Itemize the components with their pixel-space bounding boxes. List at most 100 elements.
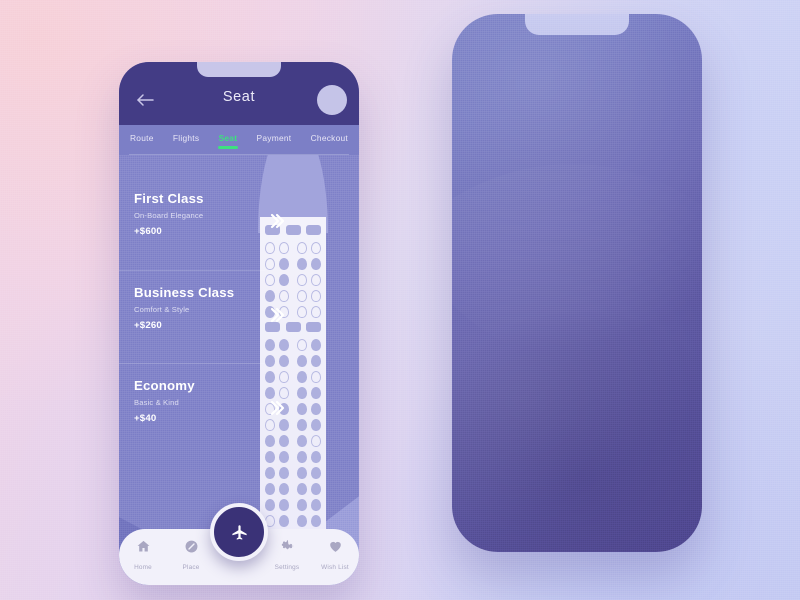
seat-taken[interactable]	[279, 467, 289, 479]
seat-taken[interactable]	[265, 451, 275, 463]
seat-taken[interactable]	[311, 467, 321, 479]
chevron-right-icon[interactable]	[267, 211, 287, 231]
seat-taken[interactable]	[297, 403, 307, 415]
tab-flights[interactable]: Flights	[172, 130, 200, 151]
seat-taken[interactable]	[265, 371, 275, 383]
seat-taken[interactable]	[311, 451, 321, 463]
seat-free[interactable]	[279, 290, 289, 302]
seat-taken[interactable]	[279, 515, 289, 527]
seat-free[interactable]	[297, 306, 307, 318]
seat-free[interactable]	[279, 242, 289, 254]
seat-taken[interactable]	[297, 451, 307, 463]
seat-row	[260, 483, 326, 495]
seat-taken[interactable]	[311, 258, 321, 270]
phone-notch	[525, 14, 629, 35]
seat-group-right	[297, 306, 321, 318]
seat-taken[interactable]	[311, 403, 321, 415]
seat-group-left	[265, 435, 289, 447]
seat-taken[interactable]	[311, 339, 321, 351]
seat-taken[interactable]	[297, 355, 307, 367]
seat-taken[interactable]	[297, 435, 307, 447]
seat-taken[interactable]	[279, 483, 289, 495]
seat-taken[interactable]	[279, 274, 289, 286]
seat-taken[interactable]	[265, 499, 275, 511]
seat-taken[interactable]	[311, 499, 321, 511]
nav-item-label: Home	[134, 564, 152, 571]
nav-item-place[interactable]: Place	[167, 539, 215, 571]
seat-row	[260, 339, 326, 351]
nav-item-settings[interactable]: Settings	[263, 539, 311, 571]
seat-taken[interactable]	[279, 339, 289, 351]
seat-taken[interactable]	[265, 435, 275, 447]
chevron-right-icon[interactable]	[267, 305, 287, 325]
nav-item-home[interactable]: Home	[119, 539, 167, 571]
seat-taken[interactable]	[311, 387, 321, 399]
seat-free[interactable]	[311, 435, 321, 447]
seat-taken[interactable]	[311, 355, 321, 367]
seat-free[interactable]	[297, 242, 307, 254]
seat-taken[interactable]	[265, 290, 275, 302]
seat-taken[interactable]	[279, 419, 289, 431]
class-option-economy[interactable]: Economy Basic & Kind +$40	[119, 363, 285, 456]
nav-item-label: Wish List	[321, 564, 349, 571]
seat-taken[interactable]	[279, 258, 289, 270]
nav-item-wish-list[interactable]: Wish List	[311, 539, 359, 571]
bench-cell	[285, 225, 301, 235]
seat-row	[260, 371, 326, 383]
seat-taken[interactable]	[297, 467, 307, 479]
seat-taken[interactable]	[311, 515, 321, 527]
class-option-first-class[interactable]: First Class On-Board Elegance +$600	[119, 177, 285, 270]
tab-checkout[interactable]: Checkout	[310, 130, 349, 151]
seat-taken[interactable]	[279, 499, 289, 511]
seat-free[interactable]	[265, 274, 275, 286]
class-subtitle: Basic & Kind	[134, 398, 179, 407]
seat-taken[interactable]	[297, 483, 307, 495]
seat-taken[interactable]	[297, 258, 307, 270]
seat-free[interactable]	[311, 274, 321, 286]
seat-taken[interactable]	[297, 499, 307, 511]
seat-free[interactable]	[297, 290, 307, 302]
seat-free[interactable]	[297, 274, 307, 286]
seat-taken[interactable]	[279, 355, 289, 367]
seat-taken[interactable]	[265, 467, 275, 479]
heart-icon	[328, 539, 343, 559]
seat-taken[interactable]	[311, 483, 321, 495]
seat-taken[interactable]	[265, 355, 275, 367]
seat-taken[interactable]	[297, 371, 307, 383]
nav-item-label: Place	[182, 564, 200, 571]
class-title: First Class	[134, 191, 204, 206]
seat-group-right	[297, 403, 321, 415]
seat-group-left	[265, 290, 289, 302]
tab-payment[interactable]: Payment	[256, 130, 293, 151]
class-option-business-class[interactable]: Business Class Comfort & Style +$260	[119, 270, 285, 363]
seat-free[interactable]	[265, 258, 275, 270]
seat-free[interactable]	[311, 371, 321, 383]
seat-group-left	[265, 515, 289, 527]
seat-free[interactable]	[311, 242, 321, 254]
tab-route[interactable]: Route	[129, 130, 155, 151]
seat-taken[interactable]	[265, 483, 275, 495]
seat-group-left	[265, 419, 289, 431]
seat-free[interactable]	[265, 419, 275, 431]
bottom-navigation-bar: Home Place Settings Wish List	[119, 503, 359, 585]
seat-row	[260, 355, 326, 367]
seat-taken[interactable]	[265, 339, 275, 351]
seat-free[interactable]	[297, 339, 307, 351]
avatar[interactable]	[317, 85, 347, 115]
seat-free[interactable]	[279, 371, 289, 383]
seat-taken[interactable]	[279, 451, 289, 463]
seat-taken[interactable]	[279, 435, 289, 447]
airplane-fab-button[interactable]	[210, 503, 268, 561]
seat-group-left	[265, 467, 289, 479]
tab-seat[interactable]: Seat	[217, 130, 239, 151]
seat-taken[interactable]	[297, 387, 307, 399]
class-subtitle: On-Board Elegance	[134, 211, 204, 220]
seat-taken[interactable]	[297, 419, 307, 431]
seat-free[interactable]	[265, 242, 275, 254]
seat-free[interactable]	[311, 290, 321, 302]
seat-taken[interactable]	[297, 515, 307, 527]
seat-taken[interactable]	[311, 419, 321, 431]
chevron-right-icon[interactable]	[267, 398, 287, 418]
seat-free[interactable]	[311, 306, 321, 318]
seat-group-right	[297, 467, 321, 479]
